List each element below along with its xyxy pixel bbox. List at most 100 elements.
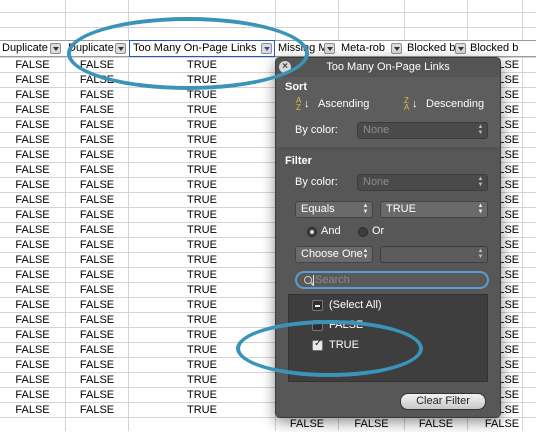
header-label: Blocked b [470, 42, 519, 54]
cell-duplicate-1[interactable]: FALSE [0, 178, 65, 193]
cell-duplicate-2[interactable]: FALSE [66, 283, 128, 298]
cell-duplicate-1[interactable]: FALSE [0, 268, 65, 283]
cell-duplicate-2[interactable]: FALSE [66, 133, 128, 148]
header-blocked-2[interactable]: Blocked b [468, 41, 536, 56]
cell-duplicate-2[interactable]: FALSE [66, 118, 128, 133]
and-radio[interactable] [307, 227, 317, 237]
cell-duplicate-2[interactable]: FALSE [66, 253, 128, 268]
cell-too-many-links[interactable]: TRUE [129, 403, 275, 418]
cell-too-many-links[interactable]: TRUE [129, 193, 275, 208]
cell-duplicate-1[interactable]: FALSE [0, 208, 65, 223]
cell-too-many-links[interactable]: TRUE [129, 148, 275, 163]
cell-too-many-links[interactable]: TRUE [129, 388, 275, 403]
sort-color-select[interactable]: None ▲ ▼ [357, 122, 488, 139]
filter-color-select[interactable]: None ▲ ▼ [357, 174, 488, 191]
cell-duplicate-2[interactable]: FALSE [66, 328, 128, 343]
cell-too-many-links[interactable]: TRUE [129, 238, 275, 253]
operator-select[interactable]: Equals ▲ ▼ [295, 201, 373, 218]
cell-duplicate-2[interactable]: FALSE [66, 403, 128, 418]
cell-duplicate-2[interactable]: FALSE [66, 388, 128, 403]
cell-too-many-links[interactable]: TRUE [129, 268, 275, 283]
cell-too-many-links[interactable]: TRUE [129, 133, 275, 148]
cell-duplicate-1[interactable]: FALSE [0, 388, 65, 403]
header-label: Meta-rob [341, 42, 386, 54]
second-operator-select[interactable]: Choose One ▲ ▼ [295, 246, 373, 263]
cell-duplicate-1[interactable]: FALSE [0, 298, 65, 313]
cell-duplicate-1[interactable]: FALSE [0, 118, 65, 133]
cell-duplicate-2[interactable]: FALSE [66, 358, 128, 373]
cell-too-many-links[interactable]: TRUE [129, 313, 275, 328]
cell-too-many-links[interactable]: TRUE [129, 298, 275, 313]
cell-duplicate-1[interactable]: FALSE [0, 103, 65, 118]
text-caret [313, 275, 314, 286]
cell-duplicate-1[interactable]: FALSE [0, 403, 65, 418]
cell-duplicate-1[interactable]: FALSE [0, 148, 65, 163]
cell-duplicate-2[interactable]: FALSE [66, 178, 128, 193]
cell-duplicate-2[interactable]: FALSE [66, 238, 128, 253]
cell-duplicate-1[interactable]: FALSE [0, 238, 65, 253]
cell-duplicate-2[interactable]: FALSE [66, 193, 128, 208]
cell-duplicate-1[interactable]: FALSE [0, 88, 65, 103]
cell-duplicate-1[interactable]: FALSE [0, 223, 65, 238]
cell-duplicate-2[interactable]: FALSE [66, 223, 128, 238]
header-meta-robots[interactable]: Meta-rob [339, 41, 404, 56]
second-value-select[interactable]: ▲ ▼ [380, 246, 488, 263]
filter-dropdown-icon[interactable] [391, 43, 402, 54]
cell-duplicate-1[interactable]: FALSE [0, 253, 65, 268]
cell-duplicate-1[interactable]: FALSE [0, 358, 65, 373]
filter-dropdown-icon[interactable] [324, 43, 335, 54]
cell-duplicate-2[interactable]: FALSE [66, 313, 128, 328]
cell-duplicate-1[interactable]: FALSE [0, 328, 65, 343]
cell-too-many-links[interactable]: TRUE [129, 178, 275, 193]
second-operator-value: Choose One [301, 248, 363, 260]
search-input[interactable]: Search [295, 271, 489, 289]
cell-duplicate-2[interactable]: FALSE [66, 103, 128, 118]
cell-duplicate-1[interactable]: FALSE [0, 193, 65, 208]
header-duplicate-1[interactable]: Duplicate [0, 41, 65, 56]
cell-duplicate-1[interactable]: FALSE [0, 73, 65, 88]
cell-too-many-links[interactable]: TRUE [129, 163, 275, 178]
cell-bottom-d[interactable]: FALSE [276, 417, 338, 432]
cell-duplicate-2[interactable]: FALSE [66, 148, 128, 163]
cell-bottom-e[interactable]: FALSE [339, 417, 404, 432]
cell-duplicate-1[interactable]: FALSE [0, 373, 65, 388]
header-label: Blocked b [407, 42, 456, 54]
cell-too-many-links[interactable]: TRUE [129, 88, 275, 103]
cell-too-many-links[interactable]: TRUE [129, 208, 275, 223]
clear-filter-button[interactable]: Clear Filter [400, 393, 486, 410]
cell-bottom-g[interactable]: FALSE [468, 417, 536, 432]
sort-ascending-button[interactable]: AZ ↓ Ascending [296, 97, 386, 113]
cell-duplicate-1[interactable]: FALSE [0, 133, 65, 148]
filter-dropdown-icon[interactable] [50, 43, 61, 54]
cell-too-many-links[interactable]: TRUE [129, 283, 275, 298]
cell-duplicate-2[interactable]: FALSE [66, 88, 128, 103]
cell-duplicate-2[interactable]: FALSE [66, 208, 128, 223]
cell-duplicate-1[interactable]: FALSE [0, 343, 65, 358]
cell-too-many-links[interactable]: TRUE [129, 253, 275, 268]
cell-duplicate-2[interactable]: FALSE [66, 373, 128, 388]
select-all-checkbox[interactable] [312, 300, 323, 311]
filter-dropdown-icon[interactable] [455, 43, 466, 54]
sort-section: Sort AZ ↓ Ascending ZA ↓ Descending By c… [276, 77, 500, 147]
list-item-select-all[interactable]: (Select All) [289, 295, 487, 315]
cell-duplicate-1[interactable]: FALSE [0, 313, 65, 328]
cell-duplicate-1[interactable]: FALSE [0, 58, 65, 73]
value-select[interactable]: TRUE ▲ ▼ [380, 201, 488, 218]
cell-duplicate-1[interactable]: FALSE [0, 283, 65, 298]
cell-duplicate-2[interactable]: FALSE [66, 298, 128, 313]
cell-bottom-f[interactable]: FALSE [405, 417, 467, 432]
cell-too-many-links[interactable]: TRUE [129, 118, 275, 133]
sort-descending-button[interactable]: ZA ↓ Descending [404, 97, 494, 113]
or-radio[interactable] [358, 227, 368, 237]
cell-duplicate-2[interactable]: FALSE [66, 268, 128, 283]
cell-too-many-links[interactable]: TRUE [129, 103, 275, 118]
cell-duplicate-2[interactable]: FALSE [66, 163, 128, 178]
cell-duplicate-2[interactable]: FALSE [66, 343, 128, 358]
sort-heading: Sort [285, 81, 307, 93]
filter-by-color-label: By color: [295, 176, 338, 188]
cell-too-many-links[interactable]: TRUE [129, 373, 275, 388]
cell-duplicate-1[interactable]: FALSE [0, 163, 65, 178]
cell-too-many-links[interactable]: TRUE [129, 223, 275, 238]
header-blocked-1[interactable]: Blocked b [405, 41, 467, 56]
filter-color-value: None [363, 176, 390, 188]
